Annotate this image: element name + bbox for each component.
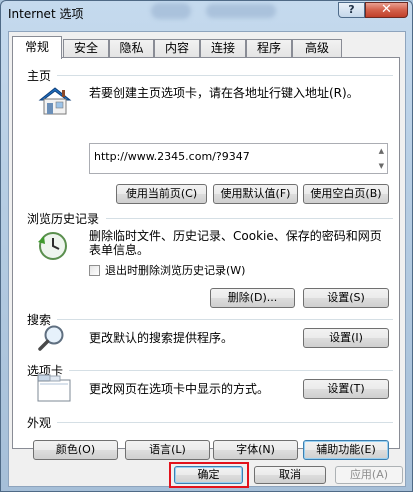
- history-section-label: 浏览历史记录: [27, 212, 100, 226]
- title-bar[interactable]: Internet 选项 ? ✕: [1, 1, 412, 25]
- cancel-button[interactable]: 取消: [254, 466, 326, 484]
- fonts-button[interactable]: 字体(N): [213, 440, 298, 460]
- use-blank-page-button[interactable]: 使用空白页(B): [303, 184, 389, 204]
- history-description-line1: 删除临时文件、历史记录、Cookie、保存的密码和网页: [89, 229, 382, 243]
- tab-connections[interactable]: 连接: [200, 39, 246, 58]
- apply-button[interactable]: 应用(A): [335, 466, 403, 484]
- history-clock-icon: [38, 232, 67, 260]
- separator: [69, 370, 393, 371]
- search-settings-button[interactable]: 设置(I): [303, 328, 389, 348]
- separator: [57, 75, 393, 76]
- history-description-line2: 表单信息。: [89, 243, 150, 257]
- internet-options-window: Internet 选项 ? ✕ 常规 安全 隐私 内容 连接 程序 高级 主页: [0, 0, 413, 492]
- window-title: Internet 选项: [8, 7, 84, 21]
- home-url-input[interactable]: http://www.2345.com/?9347 ▲ ▼: [89, 143, 388, 174]
- languages-button[interactable]: 语言(L): [125, 440, 210, 460]
- scroll-down-arrow-icon[interactable]: ▼: [379, 162, 384, 170]
- separator: [57, 422, 393, 423]
- scroll-up-arrow-icon[interactable]: ▲: [379, 147, 384, 155]
- close-button[interactable]: ✕: [365, 2, 408, 18]
- home-url-value: http://www.2345.com/?9347: [94, 150, 250, 163]
- tab-programs[interactable]: 程序: [246, 39, 292, 58]
- tab-content[interactable]: 内容: [154, 39, 200, 58]
- separator: [57, 319, 393, 320]
- history-settings-button[interactable]: 设置(S): [303, 288, 389, 308]
- blurred-background: [206, 4, 276, 18]
- delete-on-exit-checkbox[interactable]: [89, 265, 100, 276]
- delete-on-exit-label: 退出时删除浏览历史记录(W): [105, 264, 246, 277]
- house-icon: [38, 87, 72, 115]
- appearance-section-label: 外观: [27, 416, 52, 430]
- ok-button[interactable]: 确定: [174, 466, 243, 484]
- general-tab-panel: 主页 若要创建主页选项卡，请在各地址行键入地址(R)。 http://www.2…: [12, 57, 400, 460]
- tabbed-window-icon: [37, 374, 71, 402]
- search-description: 更改默认的搜索提供程序。: [89, 331, 234, 345]
- accessibility-button[interactable]: 辅助功能(E): [303, 440, 389, 460]
- help-button[interactable]: ?: [338, 2, 365, 18]
- separator: [106, 218, 393, 219]
- magnifier-icon: [38, 325, 64, 351]
- tab-advanced[interactable]: 高级: [292, 39, 342, 58]
- tabs-settings-button[interactable]: 设置(T): [303, 379, 389, 399]
- home-section-label: 主页: [27, 69, 52, 83]
- tab-privacy[interactable]: 隐私: [109, 39, 154, 58]
- dialog-client-area: 常规 安全 隐私 内容 连接 程序 高级 主页 若要创建主页选项卡，请在各地址行…: [8, 31, 406, 488]
- tab-security[interactable]: 安全: [63, 39, 109, 58]
- colors-button[interactable]: 颜色(O): [33, 440, 118, 460]
- home-description: 若要创建主页选项卡，请在各地址行键入地址(R)。: [89, 86, 359, 100]
- delete-history-button[interactable]: 删除(D)...: [210, 288, 295, 308]
- use-default-button[interactable]: 使用默认值(F): [213, 184, 298, 204]
- use-current-page-button[interactable]: 使用当前页(C): [116, 184, 207, 204]
- tab-general[interactable]: 常规: [12, 36, 62, 59]
- tabs-description: 更改网页在选项卡中显示的方式。: [89, 382, 270, 396]
- blurred-background: [151, 3, 191, 19]
